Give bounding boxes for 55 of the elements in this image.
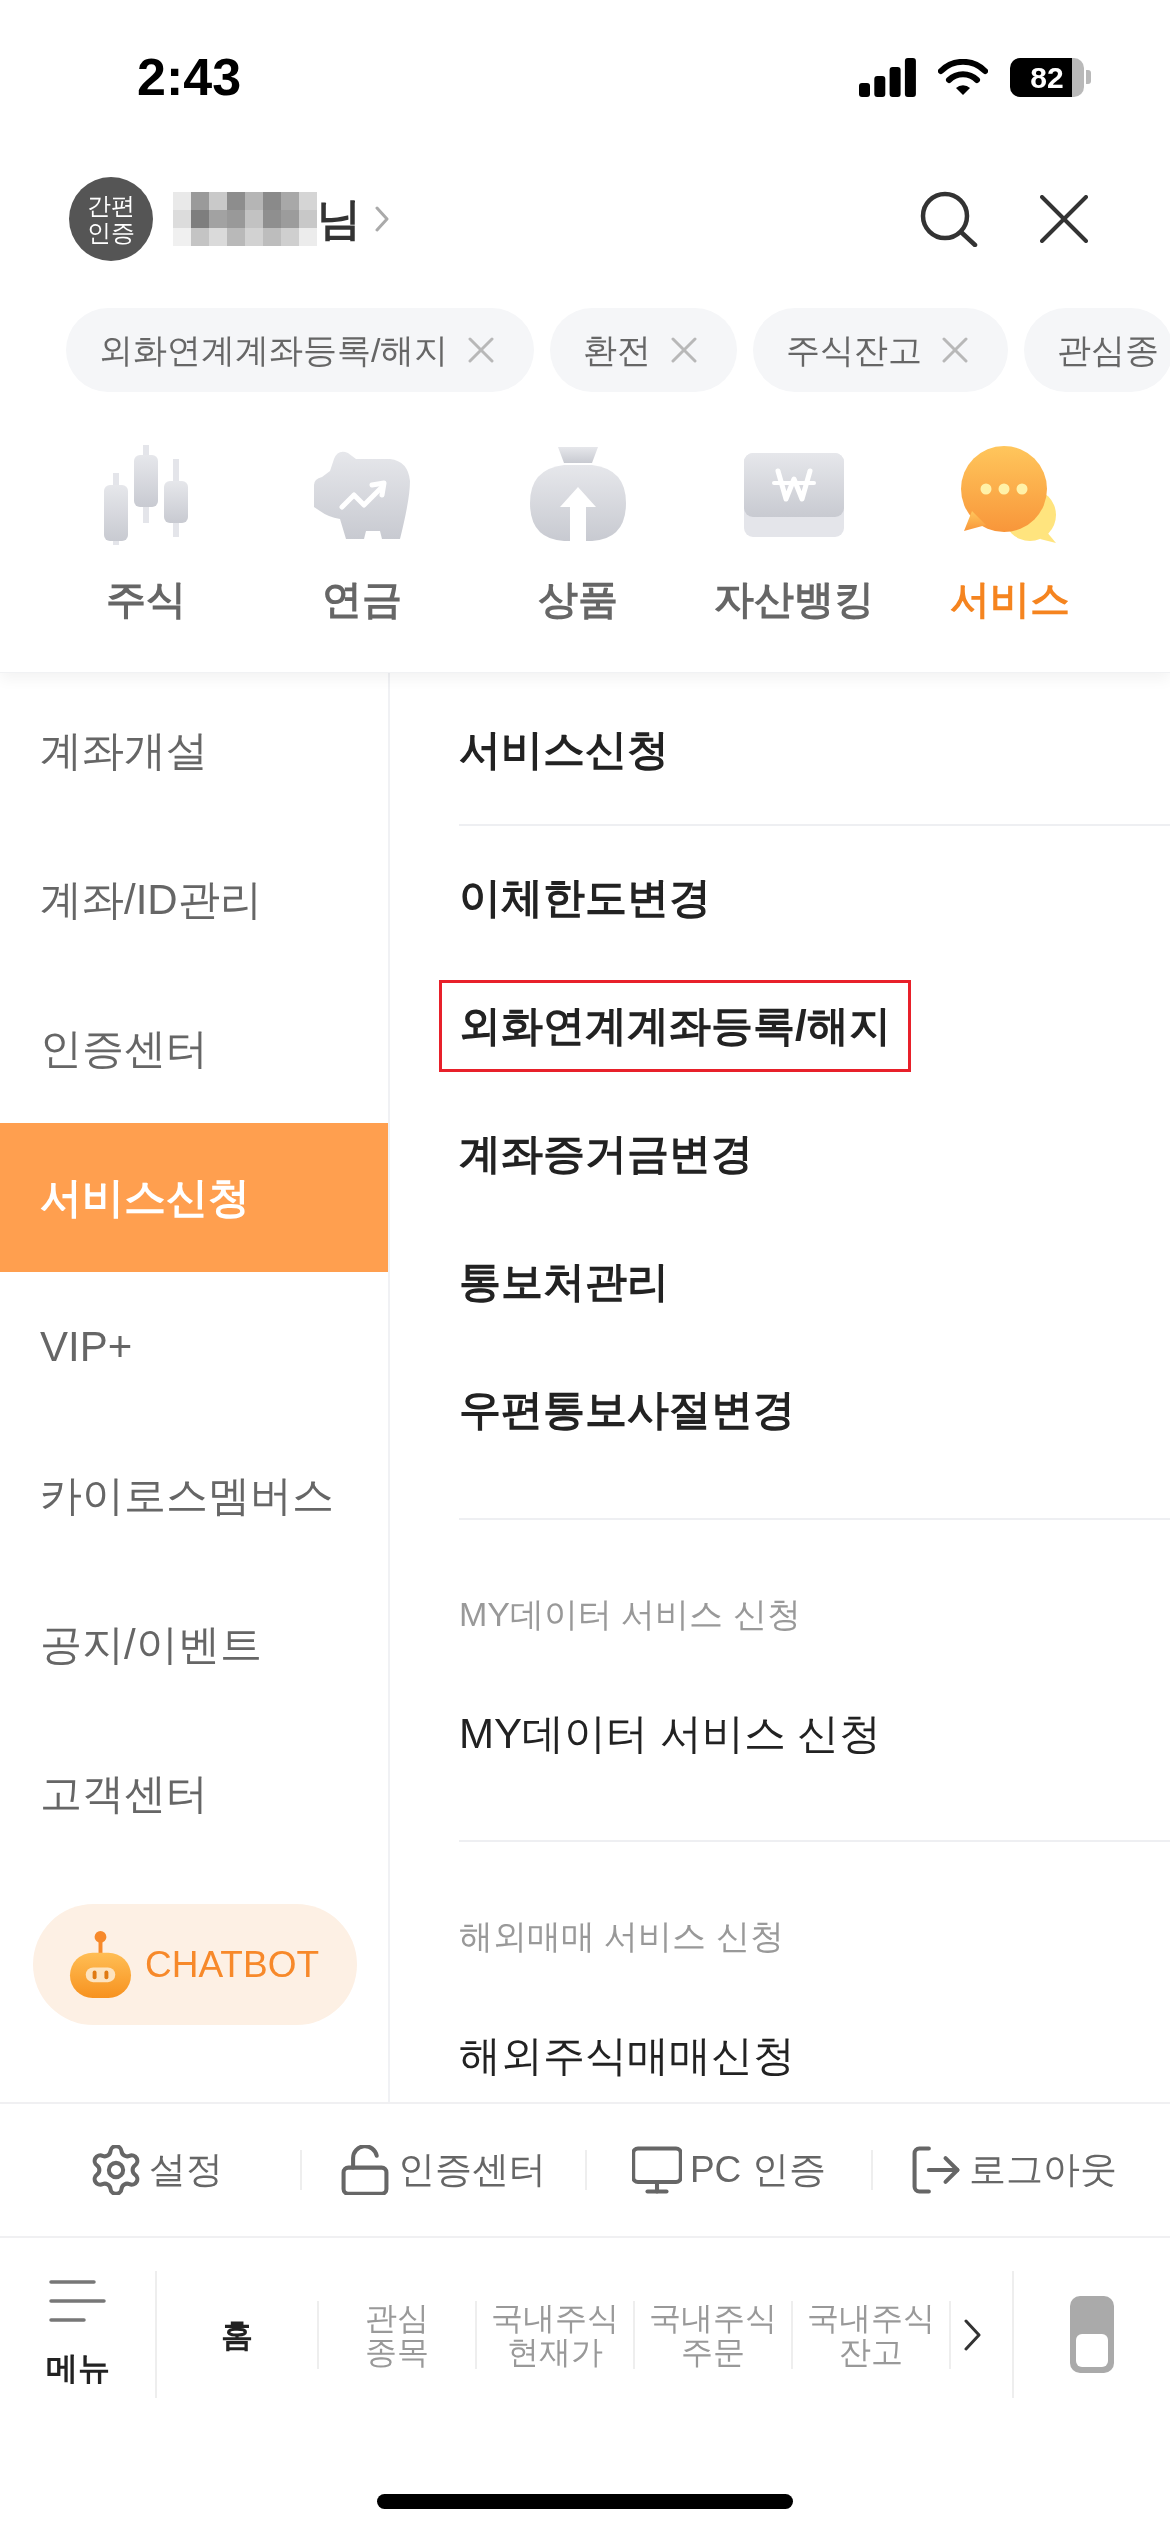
section-caption: 해외매매 서비스 신청 (459, 1916, 784, 1957)
recent-menu-chip[interactable]: 주식잔고 (753, 308, 1009, 392)
status-time: 2:43 (137, 47, 242, 107)
section-title: 서비스신청 (459, 725, 669, 775)
wifi-icon (938, 58, 988, 96)
section-caption: MY데이터 서비스 신청 (459, 1594, 801, 1635)
money-bag-icon (530, 447, 626, 543)
footer-link[interactable]: PC 인증 (631, 2145, 826, 2195)
menu-item[interactable]: 이체한도변경 (459, 868, 711, 928)
open-padlock-icon (340, 2145, 391, 2195)
sidebar-item[interactable]: 계좌개설 (0, 676, 388, 825)
footer-link[interactable]: 로그아웃 (911, 2145, 1118, 2195)
sidebar-item[interactable]: 고객센터 (0, 1719, 388, 1868)
category-tab[interactable]: 주식 (38, 445, 254, 625)
toggle-icon[interactable] (1070, 2296, 1114, 2373)
auth-badge[interactable]: 간편 인증 (69, 177, 153, 261)
recent-menu-chip[interactable]: 환전 (550, 308, 738, 392)
logout-icon (911, 2145, 962, 2195)
search-icon[interactable] (920, 191, 978, 247)
monitor-icon (631, 2145, 682, 2195)
recent-menu-chip[interactable]: 외화연계계좌등록/해지 (66, 308, 535, 392)
menu-item[interactable]: 통보처관리 (459, 1252, 669, 1312)
category-tab[interactable]: 자산뱅킹 (686, 445, 902, 625)
signal-icon (859, 57, 916, 97)
piggy-bank-icon (312, 449, 412, 541)
remove-icon[interactable] (468, 337, 495, 363)
menu-item[interactable]: 외화연계계좌등록/해지 (439, 980, 911, 1072)
footer-link[interactable]: 인증센터 (340, 2145, 547, 2195)
chevron-right-icon[interactable] (964, 2318, 981, 2351)
category-tab[interactable]: 상품 (470, 445, 686, 625)
menu-item[interactable]: MY데이터 서비스 신청 (459, 1704, 882, 1764)
recent-menu-chip[interactable]: 관심종 (1024, 308, 1170, 392)
profile-link[interactable]: 님 (173, 192, 389, 246)
sidebar-item[interactable]: 계좌/ID관리 (0, 825, 388, 974)
sidebar-item[interactable]: VIP+ (0, 1272, 388, 1421)
remove-icon[interactable] (942, 337, 969, 363)
nav-tab[interactable]: 홈 (157, 2300, 317, 2369)
sidebar-item[interactable]: 공지/이벤트 (0, 1570, 388, 1719)
menu-button[interactable]: 메뉴 (0, 2271, 157, 2398)
chevron-right-icon (375, 206, 389, 232)
menu-item[interactable]: 해외주식매매신청 (459, 2026, 795, 2086)
robot-icon (69, 1931, 132, 1998)
remove-icon[interactable] (671, 337, 698, 363)
won-card-icon (744, 453, 844, 537)
gear-icon (90, 2145, 141, 2195)
battery-indicator: 82 (1010, 57, 1091, 97)
candlestick-chart-icon (102, 445, 190, 545)
menu-item[interactable]: 우편통보사절변경 (459, 1380, 795, 1440)
sidebar-item[interactable]: 인증센터 (0, 974, 388, 1123)
menu-icon (49, 2279, 106, 2324)
sidebar-item[interactable]: 카이로스멤버스 (0, 1421, 388, 1570)
close-icon[interactable] (1040, 195, 1088, 243)
category-tab[interactable]: 연금 (254, 445, 470, 625)
footer-link[interactable]: 설정 (90, 2145, 223, 2195)
menu-item[interactable]: 계좌증거금변경 (459, 1124, 753, 1184)
